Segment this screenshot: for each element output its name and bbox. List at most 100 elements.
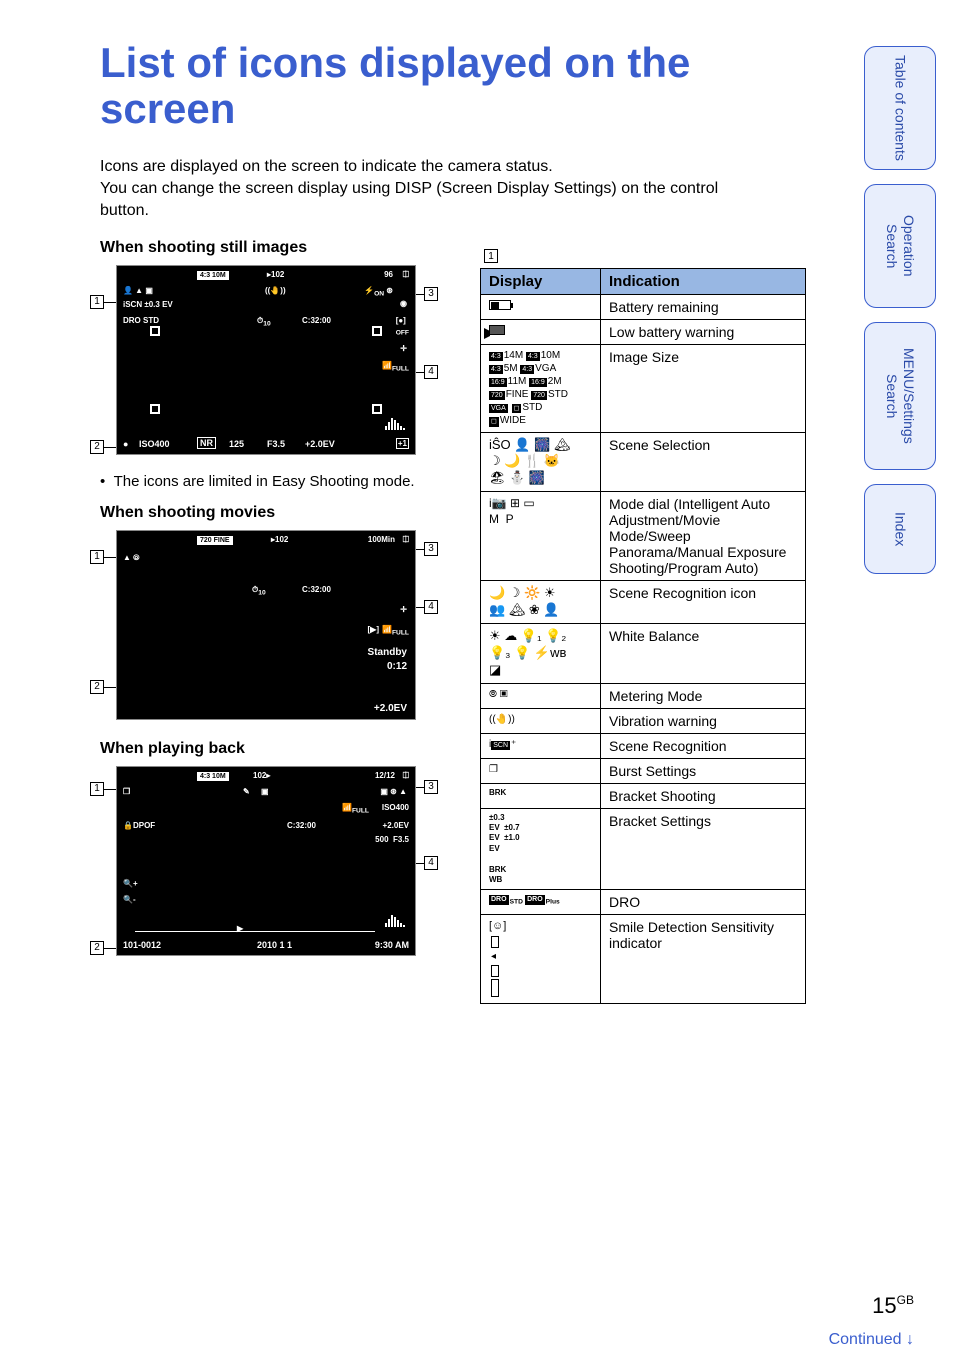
down-arrow-icon: ↓	[906, 1331, 914, 1348]
redeye-icon: ◉	[400, 299, 407, 308]
battery-icon-pb	[123, 773, 145, 783]
battery-icon-mov	[123, 537, 145, 547]
callout-4: 4	[424, 365, 438, 379]
cell-batt-icon	[481, 295, 601, 320]
focus-dot: ●	[123, 439, 128, 449]
th-display: Display	[481, 269, 601, 295]
folder-icon-pb: 102▸	[253, 771, 270, 780]
cell-scene-sel: iŜO 👤 🎆 🏔☽ 🌙 🍴 🐱🏖 ⛄ 🎆	[481, 432, 601, 492]
aspect-size-pb: 4:3 10M	[197, 772, 229, 781]
iscn-ev: iSCN ±0.3 EV	[123, 300, 173, 309]
cell-burst: ❐	[481, 758, 601, 783]
table-row: Low battery warning	[481, 320, 806, 345]
intro-text: Icons are displayed on the screen to ind…	[100, 156, 760, 221]
f-number: F3.5	[267, 439, 285, 449]
callout-1: 1	[90, 295, 104, 309]
icon-table: Display Indication Battery remaining Low…	[480, 268, 806, 1004]
table-row: ±0.3EV ±0.7EV ±1.0EVBRKWB Bracket Settin…	[481, 808, 806, 890]
continued-indicator: Continued ↓	[829, 1331, 914, 1349]
tab-index[interactable]: Index	[864, 484, 936, 574]
scene-icons-row: 👤 ▲ ▣	[123, 286, 153, 295]
ev-value-pb: +2.0EV	[383, 821, 409, 830]
folder-icon-mov: ▸102	[271, 535, 288, 544]
cell-wb-ind: White Balance	[601, 624, 806, 684]
c-code: C:32:00	[302, 316, 331, 325]
table-row: 🌙 ☽ 🔆 ☀👥 🏔 ❀ 👤 Scene Recognition icon	[481, 581, 806, 624]
intro-line-2: You can change the screen display using …	[100, 180, 718, 219]
af-cross-icon: ✛	[400, 344, 407, 353]
standby-label: Standby	[368, 647, 407, 658]
self-timer-mov: ⏱10	[252, 585, 266, 597]
playback-mode-icon: ❐	[123, 787, 130, 796]
callout-2-mov: 2	[90, 680, 104, 694]
count-remaining: 96	[384, 270, 393, 279]
callout-3-mov: 3	[424, 542, 438, 556]
ev-value-mov: +2.0EV	[374, 703, 407, 714]
iso-pb: ISO400	[382, 803, 409, 812]
flash-on: ⚡ON ⊛	[364, 286, 393, 298]
intro-line-1: Icons are displayed on the screen to ind…	[100, 158, 553, 175]
cell-modedial-ind: Mode dial (Intelligent Auto Adjustment/M…	[601, 492, 806, 581]
card-icon: ⎅	[403, 270, 409, 280]
cell-lowbatt-ind: Low battery warning	[601, 320, 806, 345]
tab-table-of-contents[interactable]: Table of contents	[864, 46, 936, 170]
cell-scene-sel-ind: Scene Selection	[601, 432, 806, 492]
table-row: ❐ Burst Settings	[481, 758, 806, 783]
cell-vibration-ind: Vibration warning	[601, 708, 806, 733]
dro-std: DRO STD	[123, 316, 159, 325]
callout-4-pb: 4	[424, 856, 438, 870]
img-count: 12/12	[375, 771, 395, 780]
self-timer-icon: ⏱10	[257, 316, 271, 328]
cell-iscn-ind: Scene Recognition	[601, 733, 806, 758]
cell-modedial: i📷 ⊞ ▭M P	[481, 492, 601, 581]
file-time: 9:30 AM	[375, 940, 409, 950]
cell-sizes-ind: Image Size	[601, 345, 806, 433]
af-off: [●]OFF	[396, 316, 409, 337]
cell-metering-ind: Metering Mode	[601, 683, 806, 708]
c-code-pb: C:32:00	[287, 821, 316, 830]
rec-time: 100Min	[368, 535, 395, 544]
aspect-size: 4:3 10M	[197, 271, 229, 280]
zoom-plus-icon: 🔍+	[123, 879, 138, 888]
table-row: i📷 ⊞ ▭M P Mode dial (Intelligent Auto Ad…	[481, 492, 806, 581]
iso-value: ISO400	[139, 439, 170, 449]
full-indicator: 📶FULL	[382, 361, 409, 373]
page-title: List of icons displayed on the screen	[100, 40, 760, 132]
full-mov: 📶FULL	[382, 625, 409, 637]
file-date: 2010 1 1	[257, 940, 292, 950]
playback-icons-row: ▣ ⊛ ▲	[380, 787, 407, 796]
table-row: iSCN⁺ Scene Recognition	[481, 733, 806, 758]
vibration-icon: ((🤚))	[265, 286, 286, 295]
tab-menu-settings-search[interactable]: MENU/Settings Search	[864, 322, 936, 470]
cell-lowbatt-icon	[481, 320, 601, 345]
tab-operation-search[interactable]: Operation Search	[864, 184, 936, 308]
callout-4-mov: 4	[424, 600, 438, 614]
zoom-minus-icon: 🔍-	[123, 895, 136, 904]
cell-batt-ind: Battery remaining	[601, 295, 806, 320]
card-icon-mov: ⎅	[403, 535, 409, 545]
page-number: 15GB	[872, 1293, 914, 1319]
callout-2-pb: 2	[90, 941, 104, 955]
movie-quality: 720 FINE	[197, 536, 233, 545]
icon-table-section: 1 Display Indication Battery remaining L…	[480, 246, 806, 1004]
cell-brk-ind: Bracket Shooting	[601, 783, 806, 808]
callout-2: 2	[90, 440, 104, 454]
cell-dro-ind: DRO	[601, 890, 806, 915]
histogram-icon-pb	[383, 913, 407, 927]
callout-3: 3	[424, 287, 438, 301]
shutter-f-pb: 500 F3.5	[375, 835, 409, 844]
cell-brkset-ind: Bracket Settings	[601, 808, 806, 890]
protect-dpof: 🔒DPOF	[123, 821, 155, 830]
table-row: DROSTD DROPlus DRO	[481, 890, 806, 915]
callout-1-mov: 1	[90, 550, 104, 564]
cell-iscn: iSCN⁺	[481, 733, 601, 758]
nr-indicator: NR	[197, 437, 216, 449]
cell-burst-ind: Burst Settings	[601, 758, 806, 783]
cell-smile-ind: Smile Detection Sensitivity indicator	[601, 915, 806, 1003]
full-pb: 📶FULL	[342, 803, 369, 815]
side-tabs: Table of contents Operation Search MENU/…	[864, 46, 936, 588]
shutter-speed: 125	[229, 439, 244, 449]
cell-smile: [☺] ◂	[481, 915, 601, 1003]
retouch-icon: ✎	[243, 787, 250, 796]
cell-vibration: ((🤚))	[481, 708, 601, 733]
